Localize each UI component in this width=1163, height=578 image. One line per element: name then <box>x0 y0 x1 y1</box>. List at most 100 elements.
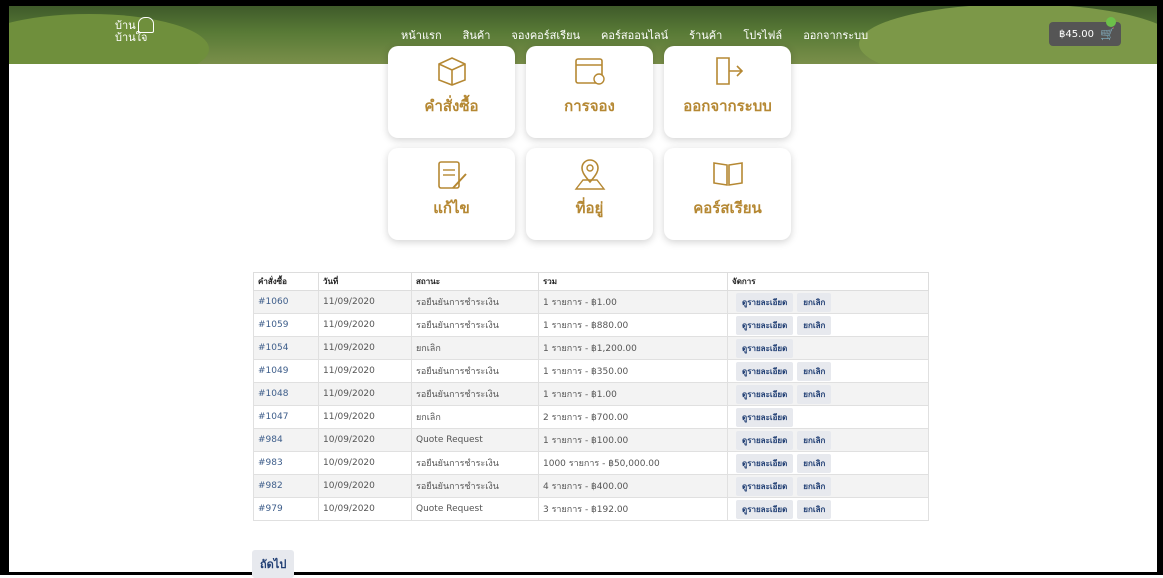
order-id-link[interactable]: #1049 <box>253 359 319 383</box>
order-id-link[interactable]: #979 <box>253 497 319 521</box>
cancel-order-button[interactable]: ยกเลิก <box>797 315 832 335</box>
order-actions: ดูรายละเอียด ยกเลิก <box>727 313 929 337</box>
order-date: 11/09/2020 <box>318 336 412 360</box>
cancel-order-button[interactable]: ยกเลิก <box>797 292 832 312</box>
table-row: #1047 11/09/2020 ยกเลิก 2 รายการ - ฿700.00 ด… <box>253 405 929 429</box>
order-actions: ดูรายละเอียด ยกเลิก <box>727 451 929 475</box>
book-icon <box>713 162 743 186</box>
view-details-button[interactable]: ดูรายละเอียด <box>736 476 794 496</box>
col-total: รวม <box>538 272 728 291</box>
order-total: 1 รายการ - ฿1.00 <box>538 382 728 406</box>
order-status: รอยืนยันการชำระเงิน <box>411 359 539 383</box>
order-status: รอยืนยันการชำระเงิน <box>411 474 539 498</box>
site-logo[interactable]: บ้าน บ้านใจ <box>115 17 154 44</box>
cancel-order-button[interactable]: ยกเลิก <box>797 361 832 381</box>
table-row: #1054 11/09/2020 ยกเลิก 1 รายการ - ฿1,200.0… <box>253 336 929 360</box>
order-date: 11/09/2020 <box>318 405 412 429</box>
logout-icon <box>716 57 744 85</box>
order-total: 1 รายการ - ฿1.00 <box>538 290 728 314</box>
col-status: สถานะ <box>411 272 539 291</box>
table-row: #1059 11/09/2020 รอยืนยันการชำระเงิน 1 รายก… <box>253 313 929 337</box>
order-actions: ดูรายละเอียด ยกเลิก <box>727 474 929 498</box>
order-total: 1000 รายการ - ฿50,000.00 <box>538 451 728 475</box>
order-date: 11/09/2020 <box>318 382 412 406</box>
view-details-button[interactable]: ดูรายละเอียด <box>736 430 794 450</box>
table-row: #1060 11/09/2020 รอยืนยันการชำระเงิน 1 รายก… <box>253 290 929 314</box>
order-id-link[interactable]: #984 <box>253 428 319 452</box>
order-date: 10/09/2020 <box>318 497 412 521</box>
order-id-link[interactable]: #1048 <box>253 382 319 406</box>
tile-label: คอร์สเรียน <box>693 199 762 217</box>
table-row: #984 10/09/2020 Quote Request 1 รายการ - ฿1… <box>253 428 929 452</box>
box-icon <box>438 57 466 86</box>
col-actions: จัดการ <box>727 272 929 291</box>
order-date: 10/09/2020 <box>318 428 412 452</box>
order-status: ยกเลิก <box>411 336 539 360</box>
order-id-link[interactable]: #1059 <box>253 313 319 337</box>
view-details-button[interactable]: ดูรายละเอียด <box>736 292 794 312</box>
tile-edit[interactable]: แก้ไข <box>388 148 515 240</box>
table-row: #1049 11/09/2020 รอยืนยันการชำระเงิน 1 รายก… <box>253 359 929 383</box>
tile-label: ที่อยู่ <box>575 199 604 217</box>
view-details-button[interactable]: ดูรายละเอียด <box>736 407 794 427</box>
order-total: 1 รายการ - ฿1,200.00 <box>538 336 728 360</box>
order-total: 1 รายการ - ฿100.00 <box>538 428 728 452</box>
order-actions: ดูรายละเอียด <box>727 336 929 360</box>
order-actions: ดูรายละเอียด ยกเลิก <box>727 382 929 406</box>
tile-label: แก้ไข <box>433 199 470 217</box>
order-status: Quote Request <box>411 497 539 521</box>
view-details-button[interactable]: ดูรายละเอียด <box>736 384 794 404</box>
view-details-button[interactable]: ดูรายละเอียด <box>736 315 794 335</box>
tile-logout[interactable]: ออกจากระบบ <box>664 46 791 138</box>
tile-address[interactable]: ที่อยู่ <box>526 148 653 240</box>
cancel-order-button[interactable]: ยกเลิก <box>797 430 832 450</box>
order-status: รอยืนยันการชำระเงิน <box>411 382 539 406</box>
tile-label: คำสั่งซื้อ <box>424 97 479 115</box>
order-date: 11/09/2020 <box>318 290 412 314</box>
order-status: รอยืนยันการชำระเงิน <box>411 451 539 475</box>
tile-bookings[interactable]: การจอง <box>526 46 653 138</box>
map-pin-icon <box>574 159 606 190</box>
order-actions: ดูรายละเอียด ยกเลิก <box>727 497 929 521</box>
order-id-link[interactable]: #1054 <box>253 336 319 360</box>
order-status: Quote Request <box>411 428 539 452</box>
order-actions: ดูรายละเอียด <box>727 405 929 429</box>
cart-total: ฿45.00 <box>1059 28 1094 40</box>
view-details-button[interactable]: ดูรายละเอียด <box>736 499 794 519</box>
cart-count-badge <box>1106 17 1116 27</box>
orders-table: คำสั่งซื้อ วันที่ สถานะ รวม จัดการ #1060… <box>253 272 929 521</box>
order-status: ยกเลิก <box>411 405 539 429</box>
order-actions: ดูรายละเอียด ยกเลิก <box>727 428 929 452</box>
header-bg-hill <box>9 14 209 64</box>
table-row: #982 10/09/2020 รอยืนยันการชำระเงิน 4 รายกา… <box>253 474 929 498</box>
view-details-button[interactable]: ดูรายละเอียด <box>736 453 794 473</box>
cancel-order-button[interactable]: ยกเลิก <box>797 499 832 519</box>
table-body: #1060 11/09/2020 รอยืนยันการชำระเงิน 1 รายก… <box>253 290 929 521</box>
tile-courses[interactable]: คอร์สเรียน <box>664 148 791 240</box>
order-actions: ดูรายละเอียด ยกเลิก <box>727 290 929 314</box>
next-page-button[interactable]: ถัดไป <box>252 550 295 578</box>
table-row: #1048 11/09/2020 รอยืนยันการชำระเงิน 1 รายก… <box>253 382 929 406</box>
col-date: วันที่ <box>318 272 412 291</box>
cancel-order-button[interactable]: ยกเลิก <box>797 384 832 404</box>
view-details-button[interactable]: ดูรายละเอียด <box>736 361 794 381</box>
cancel-order-button[interactable]: ยกเลิก <box>797 476 832 496</box>
cart-button[interactable]: ฿45.00 🛒 <box>1049 17 1121 46</box>
view-details-button[interactable]: ดูรายละเอียด <box>736 338 794 358</box>
order-total: 4 รายการ - ฿400.00 <box>538 474 728 498</box>
cancel-order-button[interactable]: ยกเลิก <box>797 453 832 473</box>
nav-logout[interactable]: ออกจากระบบ <box>803 26 868 49</box>
order-date: 11/09/2020 <box>318 359 412 383</box>
order-id-link[interactable]: #1047 <box>253 405 319 429</box>
order-actions: ดูรายละเอียด ยกเลิก <box>727 359 929 383</box>
order-id-link[interactable]: #1060 <box>253 290 319 314</box>
order-total: 1 รายการ - ฿880.00 <box>538 313 728 337</box>
order-id-link[interactable]: #982 <box>253 474 319 498</box>
order-status: รอยืนยันการชำระเงิน <box>411 290 539 314</box>
order-total: 1 รายการ - ฿350.00 <box>538 359 728 383</box>
cart-icon: 🛒 <box>1100 27 1115 41</box>
order-id-link[interactable]: #983 <box>253 451 319 475</box>
tile-orders[interactable]: คำสั่งซื้อ <box>388 46 515 138</box>
col-order: คำสั่งซื้อ <box>253 272 319 291</box>
edit-icon <box>438 161 467 189</box>
